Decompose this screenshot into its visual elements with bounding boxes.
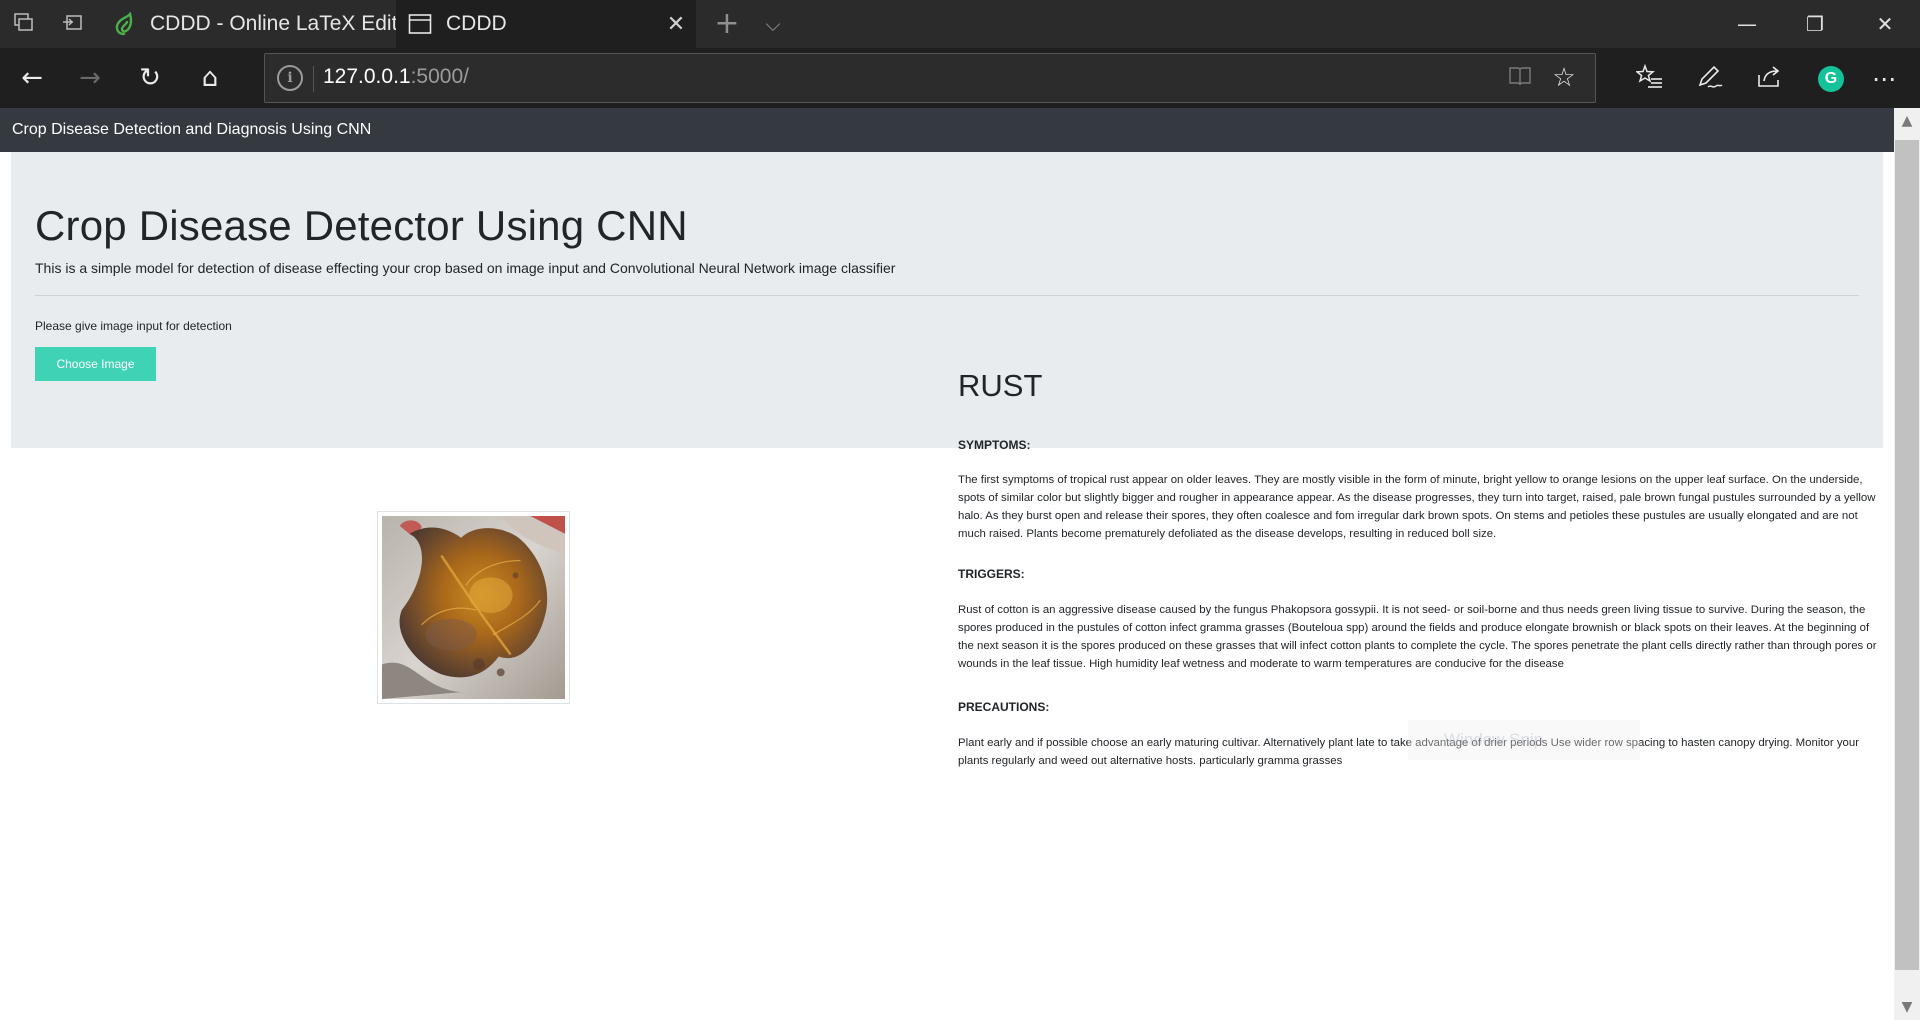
info-icon[interactable]: i [277, 65, 303, 91]
page-icon [406, 10, 434, 38]
leaf-photo [382, 516, 565, 699]
vertical-scrollbar[interactable]: ▲ ▼ [1894, 108, 1920, 1020]
navbar-brand[interactable]: Crop Disease Detection and Diagnosis Usi… [12, 121, 371, 139]
url-path: :5000/ [410, 65, 469, 88]
more-options-icon[interactable]: ⋯ [1866, 63, 1902, 95]
favorite-star-icon[interactable]: ☆ [1549, 63, 1579, 93]
tab-bar: CDDD - Online LaTeX Editor CDDD ✕ + ⌵ — … [0, 0, 1920, 48]
scroll-thumb[interactable] [1895, 140, 1919, 970]
triggers-heading: TRIGGERS: [958, 567, 1025, 581]
symptoms-heading: SYMPTOMS: [958, 438, 1031, 452]
tab-label: CDDD [446, 12, 507, 35]
set-aside-tabs-icon[interactable] [60, 12, 84, 36]
chevron-down-icon[interactable]: ⌵ [760, 10, 786, 38]
tab-latex-editor[interactable]: CDDD - Online LaTeX Editor [100, 0, 396, 48]
reading-view-icon[interactable] [1507, 65, 1533, 91]
snip-watermark: Window Snip [1408, 720, 1640, 760]
tab-label: CDDD - Online LaTeX Editor [150, 12, 396, 35]
symptoms-text: The first symptoms of tropical rust appe… [958, 474, 1876, 540]
refresh-icon[interactable]: ↻ [132, 62, 168, 94]
page-title: Crop Disease Detector Using CNN [35, 202, 688, 249]
tab-cddd[interactable]: CDDD ✕ [396, 0, 696, 48]
address-divider [313, 66, 314, 92]
upload-prompt: Please give image input for detection [35, 319, 232, 333]
close-tab-icon[interactable]: ✕ [656, 12, 696, 37]
disease-name: RUST [958, 368, 1043, 403]
address-url[interactable]: 127.0.0.1:5000/ [323, 65, 469, 89]
choose-image-button[interactable]: Choose Image [35, 347, 156, 381]
minimize-icon[interactable]: — [1712, 0, 1782, 48]
new-tab-icon[interactable]: + [712, 8, 742, 40]
pen-notes-icon[interactable] [1692, 63, 1728, 95]
precautions-heading: PRECAUTIONS: [958, 700, 1050, 714]
scroll-down-icon[interactable]: ▼ [1894, 994, 1920, 1020]
page-viewport: Crop Disease Detection and Diagnosis Usi… [0, 108, 1920, 1020]
restore-icon[interactable]: ❐ [1780, 0, 1850, 48]
address-bar[interactable]: i 127.0.0.1:5000/ ☆ [264, 53, 1596, 103]
scroll-up-icon[interactable]: ▲ [1894, 108, 1920, 134]
back-icon[interactable]: ← [14, 62, 50, 94]
jumbotron: Crop Disease Detector Using CNN This is … [11, 152, 1883, 448]
divider [35, 295, 1859, 296]
tab-preview-icon[interactable] [12, 12, 36, 36]
site-navbar: Crop Disease Detection and Diagnosis Usi… [0, 108, 1894, 152]
lead-text: This is a simple model for detection of … [35, 260, 896, 276]
forward-icon[interactable]: → [72, 62, 108, 94]
overleaf-icon [110, 10, 138, 38]
close-window-icon[interactable]: ✕ [1850, 0, 1920, 48]
url-host: 127.0.0.1 [323, 65, 411, 88]
share-icon[interactable] [1752, 63, 1788, 95]
grammarly-icon[interactable]: G [1818, 66, 1844, 92]
home-icon[interactable]: ⌂ [192, 62, 228, 94]
triggers-text: Rust of cotton is an aggressive disease … [958, 604, 1877, 670]
uploaded-leaf-image [377, 511, 570, 704]
favorites-hub-icon[interactable] [1632, 63, 1668, 95]
